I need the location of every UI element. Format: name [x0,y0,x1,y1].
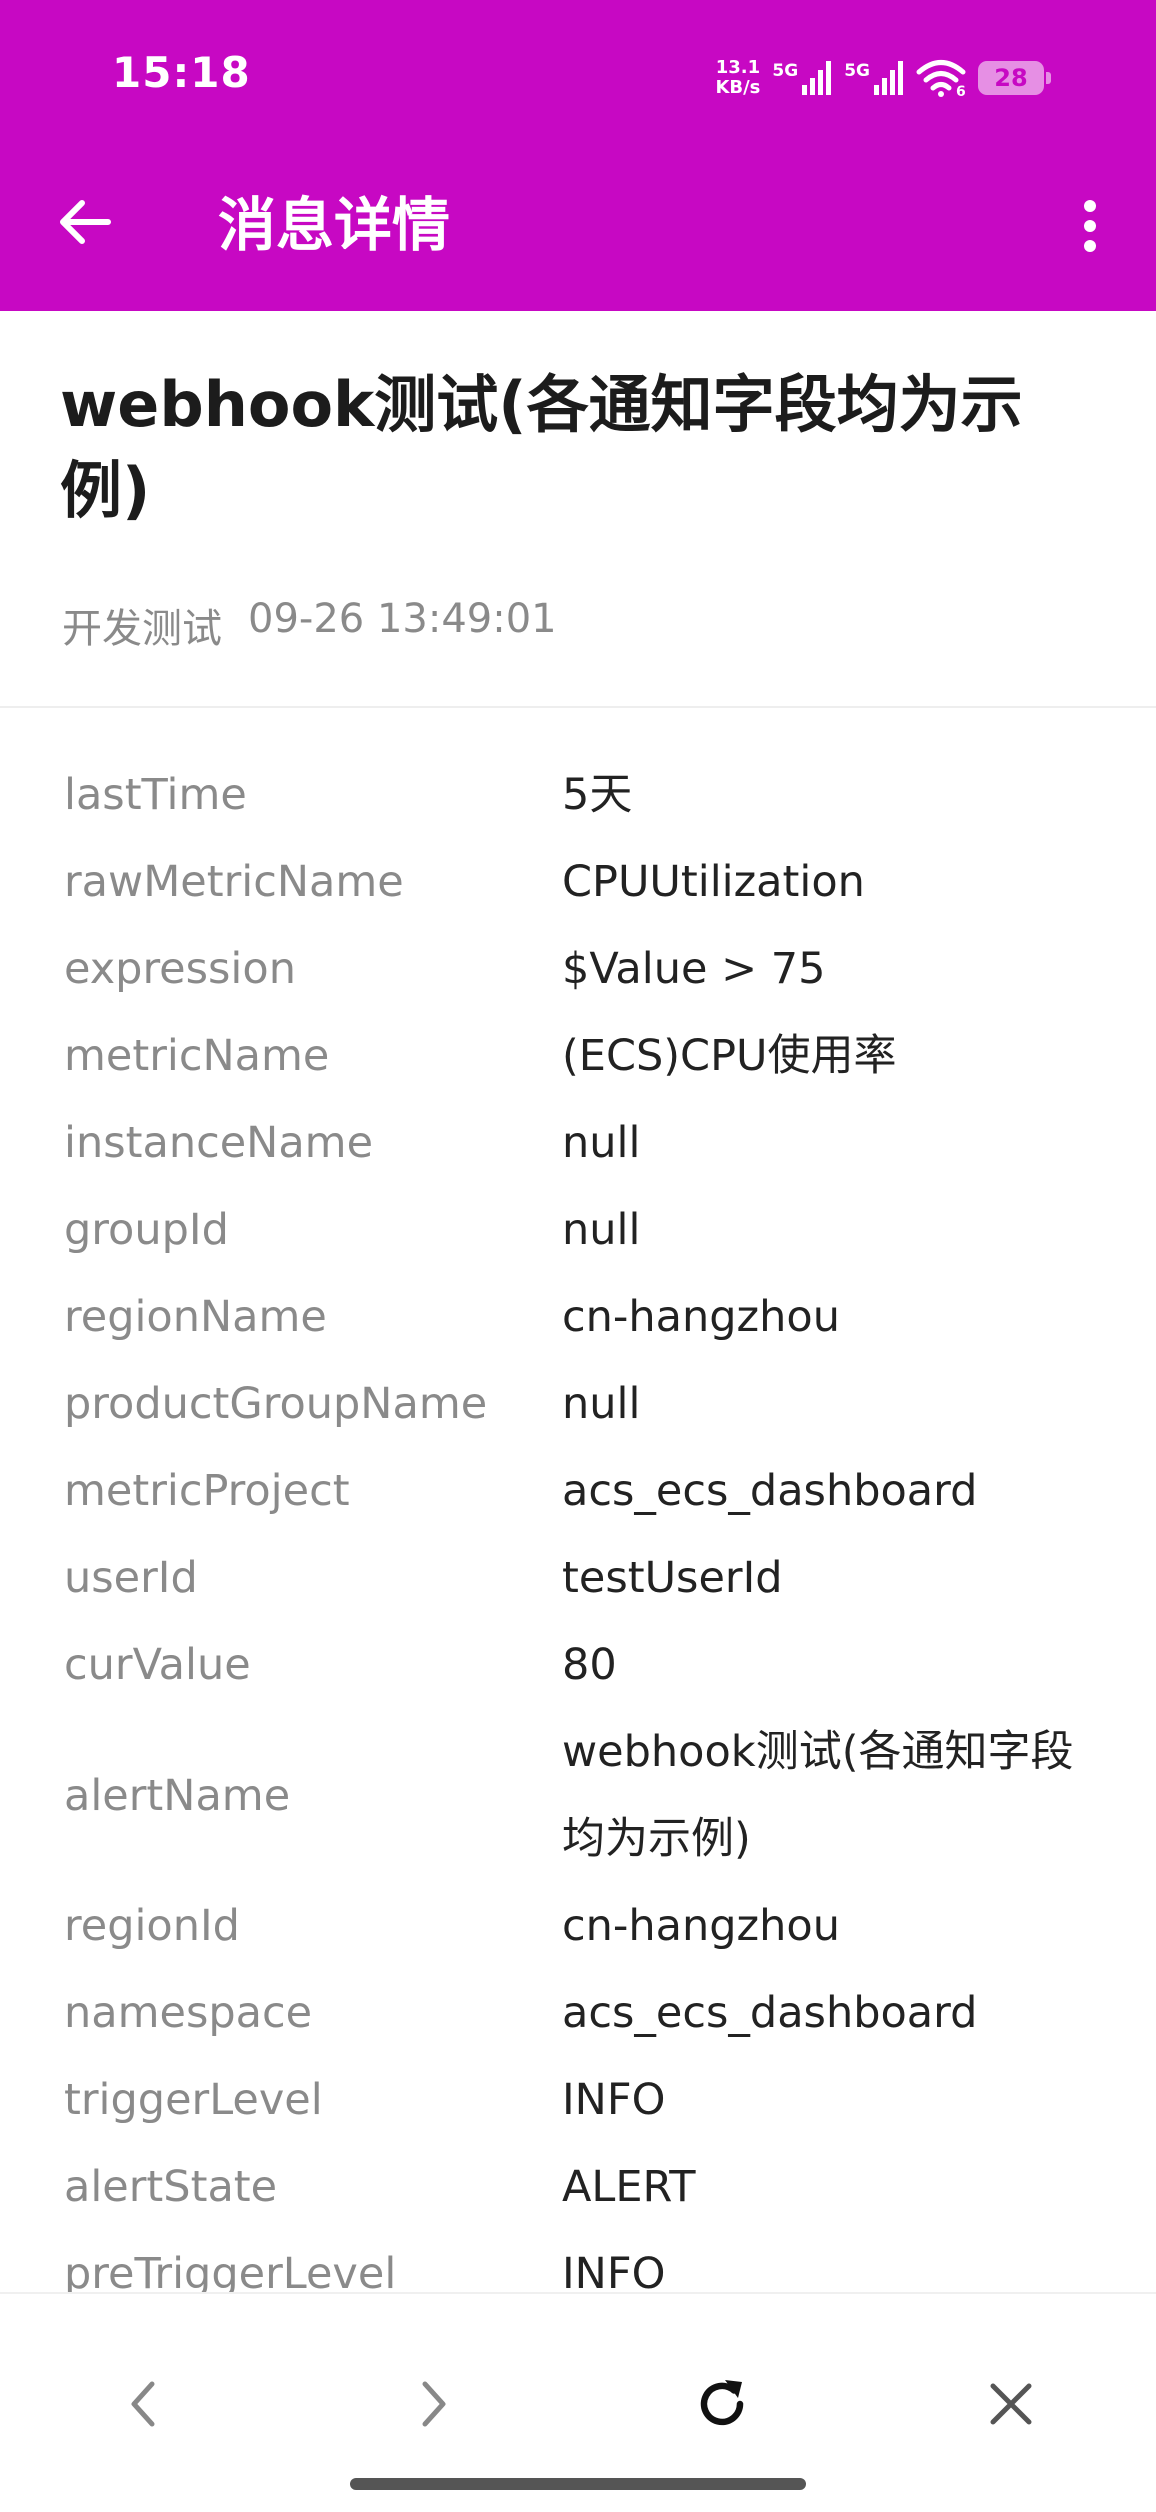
refresh-button[interactable] [672,2354,772,2454]
field-key: alertState [64,2162,278,2212]
field-key: regionName [64,1292,327,1342]
chevron-right-icon [422,2381,446,2427]
field-value: webhook测试(各通知字段均为示例) [562,1727,1074,1864]
field-key: curValue [64,1640,251,1690]
field-row: expression $Value > 75 [0,926,1156,1013]
field-value: cn-hangzhou [562,1901,840,1951]
field-key: regionId [64,1901,240,1951]
field-row: curValue 80 [0,1622,1156,1709]
field-value: cn-hangzhou [562,1292,840,1342]
field-row: regionId cn-hangzhou [0,1883,1156,1970]
close-button[interactable] [961,2354,1061,2454]
app-header: 15:18 13.1 KB/s 5G 5G 6 28 消息详情 [0,0,1156,311]
sim1-signal-icon: 5G [772,61,832,95]
field-value: (ECS)CPU使用率 [562,1031,897,1081]
field-row: instanceName null [0,1100,1156,1187]
message-title: webhook测试(各通知字段均为示例) [60,368,1023,527]
network-speed-unit: KB/s [715,77,761,98]
wifi-icon: 6 [916,59,966,97]
message-time: 09-26 13:49:01 [248,596,557,642]
sim2-network-tag: 5G [844,61,870,81]
field-key: rawMetricName [64,857,404,907]
field-key: metricProject [64,1466,350,1516]
more-options-button[interactable] [1058,190,1122,262]
field-row: metricProject acs_ecs_dashboard [0,1448,1156,1535]
field-key: expression [64,944,296,994]
message-meta: 开发测试 09-26 13:49:01 [62,596,557,654]
field-key: instanceName [64,1118,374,1168]
field-row: alertState ALERT [0,2144,1156,2231]
refresh-icon [700,2380,744,2426]
field-value: INFO [562,2075,666,2125]
page-title: 消息详情 [218,191,451,259]
field-value: CPUUtilization [562,857,865,907]
field-value: 5天 [562,770,633,820]
status-icons: 13.1 KB/s 5G 5G 6 28 [715,52,1051,104]
more-vertical-icon [1084,200,1096,252]
field-row: groupId null [0,1187,1156,1274]
battery-icon: 28 [978,61,1051,95]
field-row: namespace acs_ecs_dashboard [0,1970,1156,2057]
field-value: 80 [562,1640,617,1690]
message-source: 开发测试 [62,606,222,652]
nav-forward-button[interactable] [383,2354,483,2454]
field-key: triggerLevel [64,2075,323,2125]
field-value: null [562,1379,641,1429]
nav-back-button[interactable] [94,2354,194,2454]
home-indicator[interactable] [350,2478,806,2490]
field-key: metricName [64,1031,330,1081]
field-row: lastTime 5天 [0,752,1156,839]
field-key: namespace [64,1988,313,2038]
field-value: ALERT [562,2162,696,2212]
field-value: null [562,1205,641,1255]
battery-level: 28 [994,64,1028,92]
field-row: regionName cn-hangzhou [0,1274,1156,1361]
field-row: rawMetricName CPUUtilization [0,839,1156,926]
network-speed-value: 13.1 [715,57,761,78]
divider [0,706,1156,708]
field-value: $Value > 75 [562,944,826,994]
field-key: productGroupName [64,1379,488,1429]
field-value: testUserId [562,1553,783,1603]
network-speed: 13.1 KB/s [715,58,760,98]
field-value: acs_ecs_dashboard [562,1466,978,1516]
field-row: userId testUserId [0,1535,1156,1622]
field-row: productGroupName null [0,1361,1156,1448]
field-key: alertName [64,1770,291,1821]
sim2-signal-icon: 5G [844,61,904,95]
field-key: groupId [64,1205,229,1255]
field-key: lastTime [64,770,247,820]
field-list: lastTime 5天 rawMetricName CPUUtilization… [0,752,1156,2318]
field-key: userId [64,1553,198,1603]
chevron-left-icon [131,2381,155,2427]
field-row: triggerLevel INFO [0,2057,1156,2144]
field-row: alertName webhook测试(各通知字段均为示例) [0,1709,1156,1883]
wifi-badge: 6 [956,84,966,97]
arrow-left-icon [60,200,111,244]
status-time: 15:18 [112,48,251,97]
back-button[interactable] [48,186,120,258]
field-value: null [562,1118,641,1168]
field-value: acs_ecs_dashboard [562,1988,978,2038]
sim1-network-tag: 5G [772,61,799,81]
field-row: metricName (ECS)CPU使用率 [0,1013,1156,1100]
close-icon [990,2383,1032,2425]
